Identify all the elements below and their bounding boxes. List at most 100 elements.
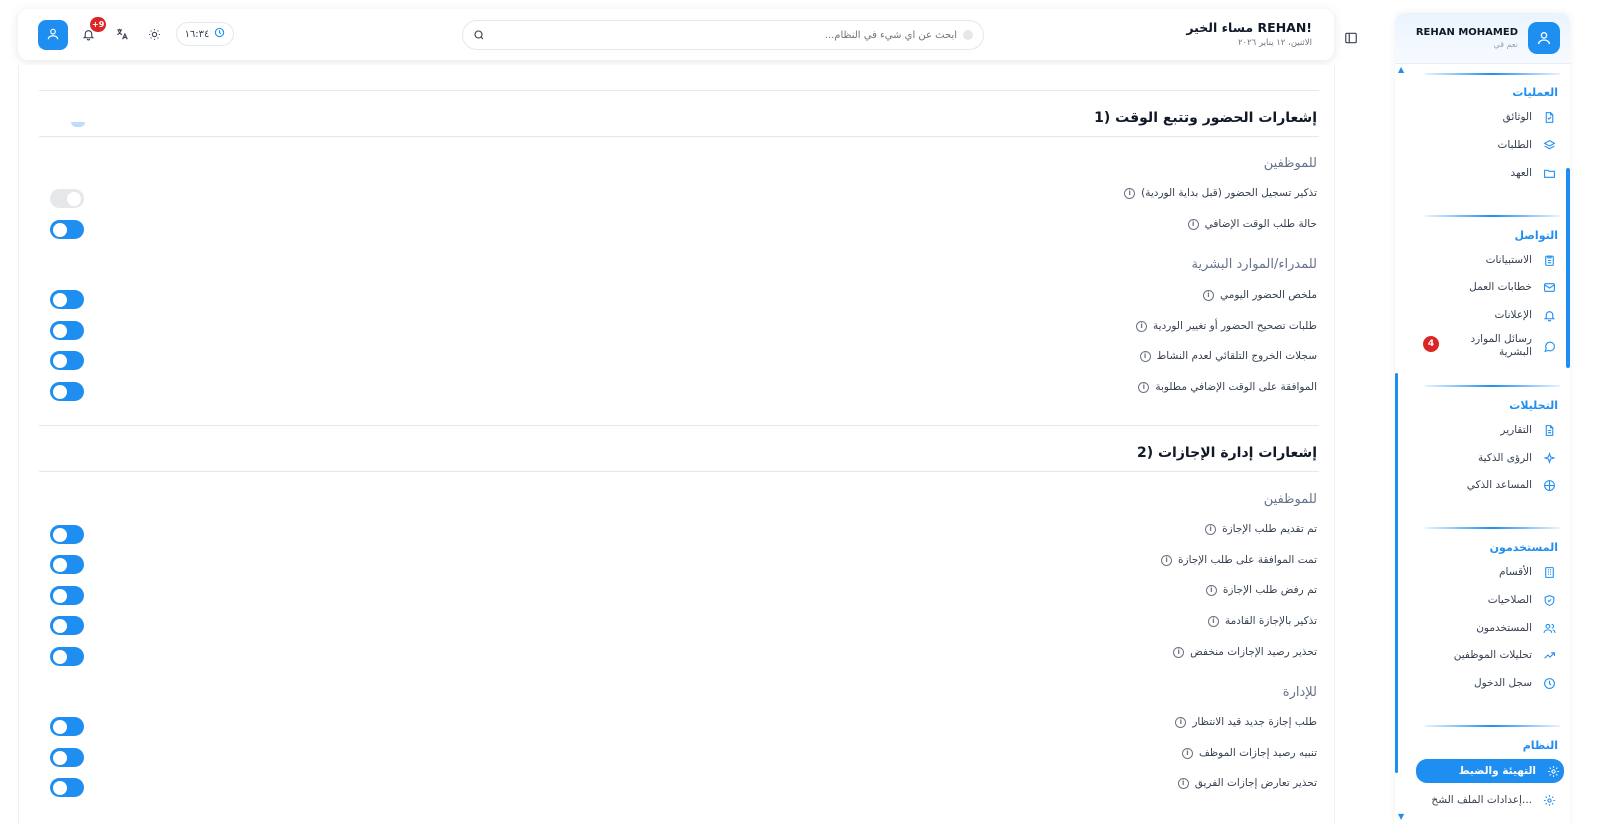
theme-toggle-icon[interactable] [146, 26, 162, 42]
sidebar-item-reports[interactable]: التقارير [1420, 419, 1560, 441]
toggle-correction-requests[interactable] [50, 321, 84, 340]
scroll-up-icon[interactable]: ▲ [1398, 65, 1404, 74]
attendance-employees-subtitle: للموظفين [1263, 156, 1317, 171]
toggle-upcoming-leave[interactable] [50, 616, 84, 635]
user-icon [46, 26, 60, 45]
section-separator [39, 471, 1319, 472]
sidebar-item-users[interactable]: المستخدمون [1420, 617, 1560, 639]
hr-messages-badge: 4 [1423, 336, 1439, 352]
section-title-analytics: التحليلات [1509, 399, 1558, 412]
info-icon[interactable]: i [1136, 320, 1148, 332]
scroll-down-icon[interactable]: ▼ [1398, 812, 1404, 821]
info-icon[interactable]: i [1205, 523, 1217, 535]
sidebar-item-work-letters[interactable]: خطابات العمل [1420, 276, 1560, 298]
toggle-overtime-status[interactable] [50, 220, 84, 239]
section-separator [39, 136, 1319, 137]
section-divider [1425, 215, 1560, 217]
sidebar-user-status: نعم قي [1493, 40, 1518, 49]
user-menu-button[interactable] [38, 20, 68, 50]
info-icon[interactable]: i [1181, 747, 1193, 759]
toggle-pending-leave[interactable] [50, 717, 84, 736]
setting-label: تذكير بالإجازة القادمة i [1208, 615, 1317, 627]
section-separator [39, 90, 1319, 91]
info-icon[interactable]: i [1124, 187, 1136, 199]
sidebar-scrollbar[interactable] [1566, 168, 1570, 368]
info-icon[interactable]: i [1139, 350, 1151, 362]
info-icon[interactable]: i [1205, 584, 1217, 596]
info-icon[interactable]: i [1161, 554, 1173, 566]
sidebar-item-smart-assistant[interactable]: المساعد الذكي [1420, 474, 1560, 496]
setting-label: تم تقديم طلب الإجازة i [1205, 523, 1317, 535]
search-clear-icon[interactable] [963, 30, 973, 40]
shield-icon [1542, 593, 1556, 607]
report-icon [1542, 423, 1556, 437]
info-icon[interactable]: i [1187, 218, 1199, 230]
info-icon[interactable]: i [1208, 615, 1219, 627]
toggle-low-balance[interactable] [50, 647, 84, 666]
section-divider [1425, 385, 1560, 387]
sidebar-item-smart-insights[interactable]: الرؤى الذكية [1420, 447, 1560, 469]
setting-label: طلب إجازة جديد قيد الانتظار i [1175, 716, 1317, 728]
search-bar[interactable] [462, 20, 984, 50]
toggle-leave-submitted[interactable] [50, 525, 84, 544]
sidebar-item-surveys[interactable]: الاستبيانات [1420, 249, 1560, 271]
setting-label: سجلات الخروج التلقائي لعدم النشاط i [1139, 350, 1317, 362]
leave-admin-subtitle: للإدارة [1282, 685, 1317, 700]
notifications-badge: +9 [90, 17, 107, 32]
sidebar-item-permissions[interactable]: الصلاحيات [1420, 589, 1560, 611]
search-input[interactable] [485, 29, 957, 41]
section-divider [1425, 725, 1560, 727]
sidebar-item-login-log[interactable]: سجل الدخول [1420, 672, 1560, 694]
clock-display[interactable]: ١٦:٣٤ [176, 22, 234, 46]
toggle-employee-balance[interactable] [50, 748, 84, 767]
trend-icon [1542, 648, 1556, 662]
top-bar: مساء الخير REHAN! الاثنين، ١٢ يناير ٢٠٢٦… [18, 9, 1334, 60]
translate-icon[interactable] [114, 26, 130, 42]
section-title-communication: التواصل [1514, 229, 1558, 242]
layers-icon [1542, 138, 1556, 152]
bell-icon [1542, 308, 1556, 322]
section-title-system: النظام [1522, 739, 1558, 752]
setting-label: طلبات تصحيح الحضور أو تغيير الوردية i [1136, 320, 1317, 332]
section-separator [39, 425, 1319, 426]
sidebar-item-departments[interactable]: الأقسام [1420, 561, 1560, 583]
sidebar-item-configuration[interactable]: التهيئة والضبط [1416, 759, 1564, 783]
users-icon [1542, 621, 1556, 635]
toggle-leave-rejected[interactable] [50, 586, 84, 605]
sidebar-item-announcements[interactable]: الإعلانات [1420, 304, 1560, 326]
attendance-section-title: 1) إشعارات الحضور وتتبع الوقت [1094, 110, 1317, 126]
info-icon[interactable]: i [1175, 716, 1187, 728]
gear-icon [1546, 764, 1560, 778]
sidebar-user-header[interactable]: REHAN MOHAMED نعم قي [1395, 13, 1570, 64]
brain-icon [1542, 478, 1556, 492]
setting-label: الموافقة على الوقت الإضافي مطلوبة i [1138, 381, 1317, 393]
sidebar-item-employee-analytics[interactable]: تحليلات الموظفين [1420, 644, 1560, 666]
section-divider [1425, 527, 1560, 529]
clock-icon [1542, 676, 1556, 690]
toggle-team-conflict[interactable] [50, 778, 84, 797]
info-icon[interactable]: i [1203, 289, 1214, 301]
sidebar-item-requests[interactable]: الطلبات [1420, 134, 1560, 156]
setting-label: تحذير تعارض إجازات الفريق i [1177, 777, 1317, 789]
sidebar-toggle-icon[interactable] [1344, 30, 1360, 46]
toggle-overtime-approval[interactable] [50, 382, 84, 401]
toggle-leave-approved[interactable] [50, 555, 84, 574]
user-avatar-icon [1528, 22, 1560, 54]
setting-label: تمت الموافقة على طلب الإجازة i [1161, 554, 1317, 566]
setting-label: تحذير رصيد الإجازات منخفض i [1173, 646, 1317, 658]
info-icon[interactable]: i [1177, 777, 1189, 789]
search-icon [473, 26, 485, 45]
sidebar-item-documents[interactable]: الوثائق [1420, 106, 1560, 128]
sidebar-item-profile-settings[interactable]: إعدادات الملف الشخ... [1420, 789, 1560, 811]
greeting-block: مساء الخير REHAN! الاثنين، ١٢ يناير ٢٠٢٦ [1186, 20, 1312, 48]
sidebar-item-hr-messages[interactable]: رسائل الموارد البشرية [1420, 330, 1560, 362]
building-icon [1542, 565, 1556, 579]
toggle-daily-summary[interactable] [50, 290, 84, 309]
sidebar-user-name: REHAN MOHAMED [1415, 27, 1518, 38]
setting-label: تم رفض طلب الإجازة i [1205, 584, 1317, 596]
sidebar-item-custody[interactable]: العهد [1420, 162, 1560, 184]
info-icon[interactable]: i [1138, 381, 1150, 393]
info-icon[interactable]: i [1173, 646, 1185, 658]
toggle-auto-checkout[interactable] [50, 351, 84, 370]
toggle-checkin-reminder[interactable] [50, 189, 84, 208]
